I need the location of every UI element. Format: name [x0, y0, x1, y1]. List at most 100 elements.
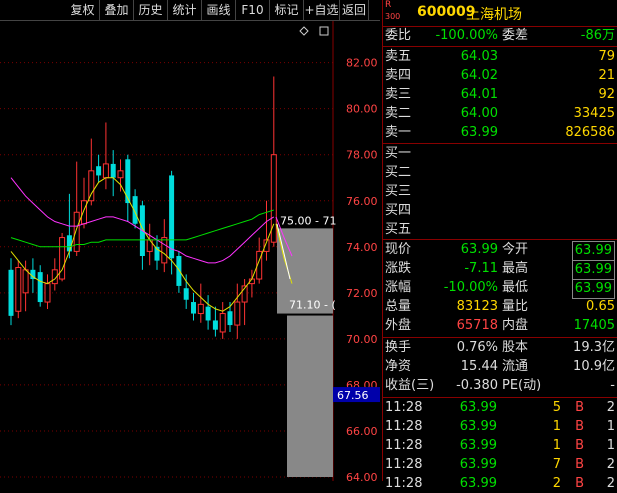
tick-volume: 1 — [552, 419, 561, 434]
range-high-label: 75.00 - 71 — [280, 214, 336, 227]
tick-row: 11:28 63.99 1 B 1 — [383, 418, 617, 436]
y-tick-label: 80.00 — [346, 103, 378, 116]
candle-body — [96, 166, 102, 176]
fundamental-row: 换手 0.76% 股本 19.3亿 — [383, 339, 617, 357]
sell-price: 64.03 — [460, 49, 498, 64]
y-tick-label: 76.00 — [346, 195, 378, 208]
stat-value: 65718 — [456, 318, 498, 333]
sell-row: 卖五 64.03 79 — [383, 48, 617, 66]
box-icon[interactable] — [319, 26, 329, 36]
projection-box-lower — [287, 315, 333, 477]
candle-body — [44, 283, 51, 303]
tick-row: 11:28 63.99 2 B 2 — [383, 475, 617, 493]
tick-volume: 5 — [552, 400, 561, 415]
weibi-row: 委比 -100.00% 委差 -86万 — [383, 27, 617, 45]
y-tick-label: 66.00 — [346, 425, 378, 438]
sell-volume: 92 — [598, 87, 615, 102]
candle-body — [191, 302, 196, 314]
tick-row: 11:28 63.99 5 B 2 — [383, 399, 617, 417]
fundamental-row: 收益(三) -0.380 PE(动) - — [383, 377, 617, 395]
stock-name: 上海机场 — [466, 7, 522, 23]
fundamental-row: 净资 15.44 流通 10.9亿 — [383, 358, 617, 376]
stock-header: R 300 600009 上海机场 — [383, 0, 617, 27]
buy-row: 买三 — [383, 183, 617, 201]
stat-value: -7.11 — [464, 261, 498, 276]
sell-price: 63.99 — [460, 125, 498, 140]
tick-time: 11:28 — [385, 476, 423, 491]
kline-chart[interactable]: 82.0080.0078.0076.0074.0072.0070.0068.00… — [0, 21, 383, 481]
weibi-value: -100.00% — [435, 28, 498, 43]
buy-row: 买一 — [383, 145, 617, 163]
candle-body — [227, 311, 233, 326]
stat-label: 今开 — [502, 242, 529, 257]
stat-row: 外盘 65718 内盘 17405 — [383, 317, 617, 335]
candle-body — [125, 159, 131, 204]
tick-price: 63.99 — [459, 438, 497, 453]
fundamental-label: 股本 — [502, 340, 529, 355]
fundamental-value: 15.44 — [460, 359, 498, 374]
candle-body — [110, 163, 116, 178]
fundamental-value: 0.76% — [456, 340, 498, 355]
fundamental-label: 换手 — [385, 340, 412, 355]
buy-level-label: 买三 — [385, 184, 412, 199]
stat-row: 现价 63.99 今开 63.99 — [383, 241, 617, 261]
divider — [383, 337, 617, 338]
toolbar-button[interactable]: 标记 — [270, 0, 304, 20]
quote-panel: R 300 600009 上海机场 委比 -100.00% 委差 -86万 卖五… — [383, 0, 617, 491]
sell-price: 64.00 — [460, 106, 498, 121]
candle-body — [81, 200, 87, 225]
tick-side: B — [575, 438, 584, 453]
fundamental-label: PE(动) — [502, 378, 542, 393]
current-price-label: 67.56 — [337, 389, 369, 402]
candle-body — [234, 301, 241, 326]
fundamental-label: 净资 — [385, 359, 412, 374]
diamond-icon[interactable] — [299, 26, 309, 36]
stat-value: 63.99 — [460, 242, 498, 257]
fundamental-label: 流通 — [502, 359, 529, 374]
stat-row: 总量 83123 量比 0.65 — [383, 298, 617, 316]
divider — [383, 46, 617, 47]
tick-count: 2 — [606, 400, 615, 415]
stat-label: 最低 — [502, 280, 529, 295]
tick-count: 2 — [606, 457, 615, 472]
stat-value: -10.00% — [443, 280, 498, 295]
candle-body — [88, 170, 95, 202]
y-tick-label: 78.00 — [346, 149, 378, 162]
stat-value: 63.99 — [571, 241, 615, 261]
tick-time: 11:28 — [385, 438, 423, 453]
sell-volume: 826586 — [565, 125, 615, 140]
tick-time: 11:28 — [385, 400, 423, 415]
sell-level-label: 卖一 — [385, 125, 412, 140]
fundamental-value: -0.380 — [456, 378, 498, 393]
tick-row: 11:28 63.99 7 B 2 — [383, 456, 617, 474]
divider — [383, 239, 617, 240]
buy-row: 买五 — [383, 221, 617, 239]
sell-volume: 21 — [598, 68, 615, 83]
stat-row: 涨幅 -10.00% 最低 63.99 — [383, 279, 617, 299]
y-tick-label: 64.00 — [346, 471, 378, 481]
sell-price: 64.01 — [460, 87, 498, 102]
candle-body — [8, 269, 14, 316]
fundamental-value: 19.3亿 — [573, 340, 615, 355]
sell-row: 卖一 63.99 826586 — [383, 124, 617, 142]
r-tag-number: 300 — [385, 12, 401, 21]
toolbar-button[interactable]: 返回 — [340, 0, 369, 20]
sell-row: 卖二 64.00 33425 — [383, 105, 617, 123]
toolbar-button[interactable]: 历史 — [134, 0, 168, 20]
weicha-label: 委差 — [502, 28, 529, 43]
stat-value: 63.99 — [571, 279, 615, 299]
tick-volume: 2 — [552, 476, 561, 491]
toolbar-button[interactable]: 复权 — [66, 0, 100, 20]
chart-toolbar: 复权 叠加 历史 统计 画线 F10 标记 +自选 返回 — [0, 0, 383, 21]
fundamental-value: - — [610, 378, 615, 393]
divider — [383, 397, 617, 398]
buy-row: 买二 — [383, 164, 617, 182]
toolbar-button[interactable]: 画线 — [202, 0, 236, 20]
toolbar-button[interactable]: 叠加 — [100, 0, 134, 20]
toolbar-button[interactable]: F10 — [236, 0, 270, 20]
divider — [383, 143, 617, 144]
stat-label: 内盘 — [502, 318, 529, 333]
toolbar-button[interactable]: 统计 — [168, 0, 202, 20]
toolbar-button[interactable]: +自选 — [304, 0, 340, 20]
tick-price: 63.99 — [459, 476, 497, 491]
